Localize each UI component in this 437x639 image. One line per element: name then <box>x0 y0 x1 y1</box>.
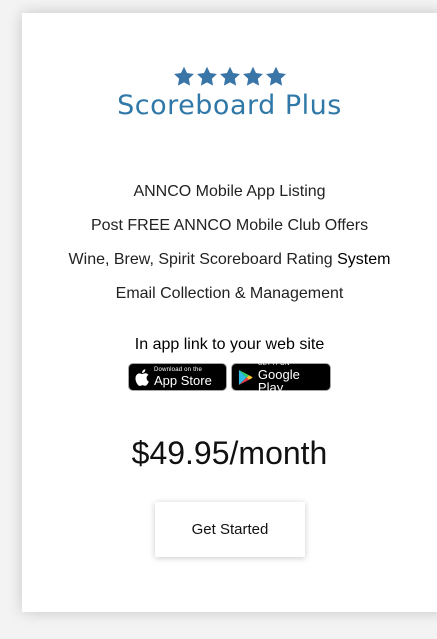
star-icon <box>196 66 217 86</box>
plan-price: $49.95/month <box>131 435 328 471</box>
get-started-button[interactable]: Get Started <box>155 502 305 557</box>
google-play-badge[interactable]: GET IT ON Google Play <box>231 360 331 395</box>
pricing-card: Scoreboard Plus ANNCO Mobile App Listing… <box>22 13 437 612</box>
badge-big-text: Google Play <box>257 366 300 395</box>
plan-title: Scoreboard Plus <box>117 90 342 121</box>
star-icon <box>173 66 194 86</box>
feature-item: Post FREE ANNCO Mobile Club Offers <box>22 213 437 247</box>
feature-list: ANNCO Mobile App Listing Post FREE ANNCO… <box>22 179 437 315</box>
feature-item: Email Collection & Management <box>22 281 437 315</box>
store-badges: Download on the App Store GET IT ON Goog… <box>22 360 437 395</box>
feature-text: Post FREE ANNCO Mobile Club Offers <box>90 217 369 234</box>
feature-text: ANNCO Mobile App Listing <box>133 183 326 200</box>
feature-emphasis: System <box>337 251 391 268</box>
app-store-badge[interactable]: Download on the App Store <box>128 363 227 391</box>
star-icon <box>265 66 286 86</box>
app-link-label: In app link to your web site <box>134 336 325 353</box>
star-icon <box>219 66 240 86</box>
badge-small-text: GET IT ON <box>257 360 290 367</box>
badge-big-text: App Store <box>154 373 212 388</box>
feature-text: Email Collection & Management <box>115 285 344 302</box>
google-play-icon <box>238 369 253 385</box>
feature-item: ANNCO Mobile App Listing <box>22 179 437 213</box>
star-rating <box>22 66 437 87</box>
feature-item: Wine, Brew, Spirit Scoreboard Rating Sys… <box>22 247 437 281</box>
star-icon <box>242 66 263 86</box>
apple-icon <box>135 368 149 386</box>
feature-text: Wine, Brew, Spirit Scoreboard Rating <box>68 251 333 268</box>
